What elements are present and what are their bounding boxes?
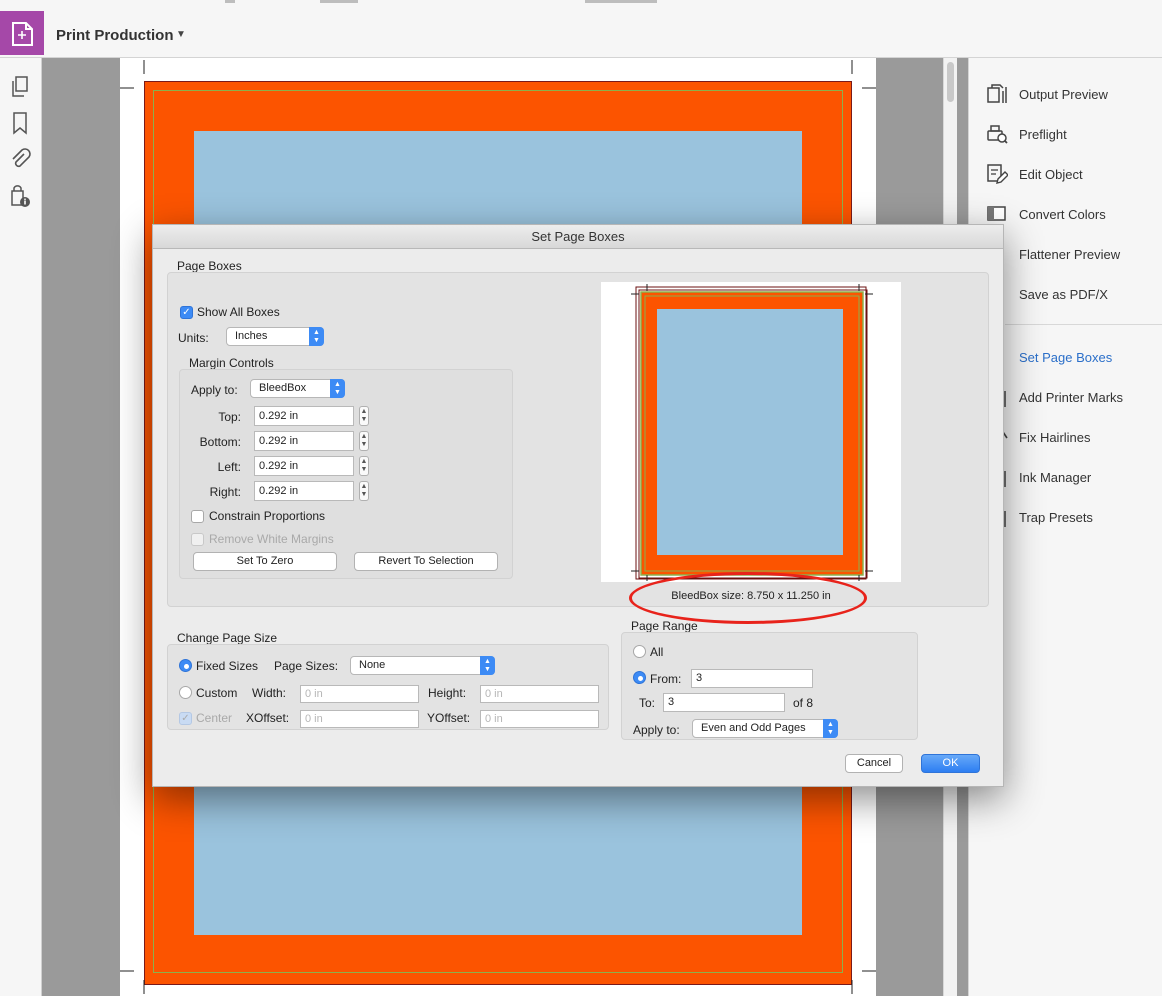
page-sizes-label: Page Sizes: (274, 659, 339, 673)
page-count-label: of 8 (793, 696, 814, 710)
remove-white-margins-label[interactable]: Remove White Margins (209, 532, 334, 546)
from-page-field[interactable]: 3 (691, 669, 813, 688)
width-field[interactable]: 0 in (300, 685, 419, 703)
window-edge-remnant (585, 0, 657, 3)
edit-object-icon[interactable] (986, 163, 1009, 185)
all-pages-radio[interactable] (633, 645, 646, 658)
set-to-zero-button[interactable]: Set To Zero (193, 552, 337, 571)
right-margin-label: Right: (209, 485, 241, 499)
page-boxes-section-label: Page Boxes (177, 259, 242, 273)
remove-white-margins-checkbox[interactable] (191, 533, 204, 546)
cancel-button[interactable]: Cancel (845, 754, 903, 773)
height-field[interactable]: 0 in (480, 685, 599, 703)
tool-save-as-pdfx[interactable]: Save as PDF/X (1019, 287, 1108, 302)
yoffset-field[interactable]: 0 in (480, 710, 599, 728)
top-margin-label: Top: (218, 410, 241, 424)
highlight-ellipse (629, 572, 867, 624)
popup-arrows-icon: ▲ ▼ (330, 379, 345, 398)
units-value: Inches (235, 330, 268, 342)
apply-to-box-select[interactable]: BleedBox ▲ ▼ (250, 379, 345, 398)
right-margin-field[interactable]: 0.292 in (254, 481, 354, 501)
change-page-size-section-label: Change Page Size (177, 631, 278, 645)
apply-to-pages-select[interactable]: Even and Odd Pages ▲ ▼ (692, 719, 838, 738)
units-select[interactable]: Inches ▲ ▼ (226, 327, 324, 346)
fixed-sizes-label[interactable]: Fixed Sizes (196, 659, 258, 673)
tool-edit-object[interactable]: Edit Object (1019, 167, 1083, 182)
page-sizes-value: None (359, 659, 386, 671)
pages-icon[interactable] (9, 75, 31, 99)
apply-to-pages-value: Even and Odd Pages (701, 722, 806, 734)
custom-label[interactable]: Custom (196, 686, 237, 700)
show-all-boxes-label[interactable]: Show All Boxes (197, 305, 280, 319)
tool-header (0, 0, 1162, 58)
all-pages-label[interactable]: All (650, 645, 663, 659)
bottom-margin-label: Bottom: (199, 435, 241, 449)
bottom-margin-field[interactable]: 0.292 in (254, 431, 354, 451)
print-production-tool-icon[interactable] (0, 11, 44, 55)
bookmark-icon[interactable] (9, 111, 31, 135)
set-page-boxes-dialog: Set Page Boxes Page Boxes ✓ Show All Box… (152, 224, 1004, 787)
convert-colors-icon[interactable] (986, 203, 1008, 225)
page-range-apply-to-label: Apply to: (633, 723, 680, 737)
preflight-icon[interactable] (986, 123, 1008, 145)
tool-output-preview[interactable]: Output Preview (1019, 87, 1108, 102)
constrain-proportions-checkbox[interactable] (191, 510, 204, 523)
center-checkbox[interactable]: ✓ (179, 712, 192, 725)
tool-set-page-boxes[interactable]: Set Page Boxes (1019, 350, 1112, 365)
window-edge-remnant (320, 0, 358, 3)
custom-radio[interactable] (179, 686, 192, 699)
center-label[interactable]: Center (196, 711, 232, 725)
top-margin-stepper[interactable]: ▲ ▼ (359, 406, 369, 426)
tool-preflight[interactable]: Preflight (1019, 127, 1067, 142)
tool-flattener-preview[interactable]: Flattener Preview (1019, 247, 1120, 262)
margin-controls-label: Margin Controls (189, 356, 274, 370)
to-label: To: (639, 696, 656, 710)
yoffset-label: YOffset: (427, 711, 471, 725)
tool-trap-presets[interactable]: Trap Presets (1019, 510, 1093, 525)
page-range-section-label: Page Range (631, 619, 698, 633)
show-all-boxes-checkbox[interactable]: ✓ (180, 306, 193, 319)
apply-to-box-value: BleedBox (259, 382, 307, 394)
tool-ink-manager[interactable]: Ink Manager (1019, 470, 1091, 485)
dialog-title[interactable]: Set Page Boxes (153, 225, 1003, 249)
tool-title[interactable]: Print Production (56, 27, 174, 44)
scrollbar-thumb[interactable] (947, 62, 954, 102)
left-margin-label: Left: (217, 460, 241, 474)
popup-arrows-icon: ▲ ▼ (480, 656, 495, 675)
revert-to-selection-button[interactable]: Revert To Selection (354, 552, 498, 571)
xoffset-label: XOffset: (246, 711, 290, 725)
right-margin-stepper[interactable]: ▲ ▼ (359, 481, 369, 501)
fixed-sizes-radio[interactable] (179, 659, 192, 672)
constrain-proportions-label[interactable]: Constrain Proportions (209, 509, 325, 523)
page-sizes-select[interactable]: None ▲ ▼ (350, 656, 495, 675)
tool-convert-colors[interactable]: Convert Colors (1019, 207, 1106, 222)
bottom-margin-stepper[interactable]: ▲ ▼ (359, 431, 369, 451)
from-label: From: (650, 672, 682, 686)
height-label: Height: (428, 686, 467, 700)
units-label: Units: (178, 331, 209, 345)
page-box-preview (601, 282, 901, 582)
popup-arrows-icon: ▲ ▼ (823, 719, 838, 738)
security-info-icon[interactable] (9, 185, 31, 209)
caret-down-icon[interactable]: ▼ (176, 29, 186, 40)
popup-arrows-icon: ▲ ▼ (309, 327, 324, 346)
left-margin-field[interactable]: 0.292 in (254, 456, 354, 476)
output-preview-icon[interactable] (986, 83, 1008, 105)
apply-to-label: Apply to: (191, 383, 238, 397)
tool-add-printer-marks[interactable]: Add Printer Marks (1019, 390, 1123, 405)
window-edge-remnant (225, 0, 235, 3)
from-page-radio[interactable] (633, 671, 646, 684)
left-margin-stepper[interactable]: ▲ ▼ (359, 456, 369, 476)
xoffset-field[interactable]: 0 in (300, 710, 419, 728)
to-page-field[interactable]: 3 (663, 693, 785, 712)
top-margin-field[interactable]: 0.292 in (254, 406, 354, 426)
tools-divider (1005, 324, 1162, 325)
attachment-icon[interactable] (9, 147, 31, 171)
tool-fix-hairlines[interactable]: Fix Hairlines (1019, 430, 1091, 445)
width-label: Width: (252, 686, 287, 700)
ok-button[interactable]: OK (921, 754, 980, 773)
